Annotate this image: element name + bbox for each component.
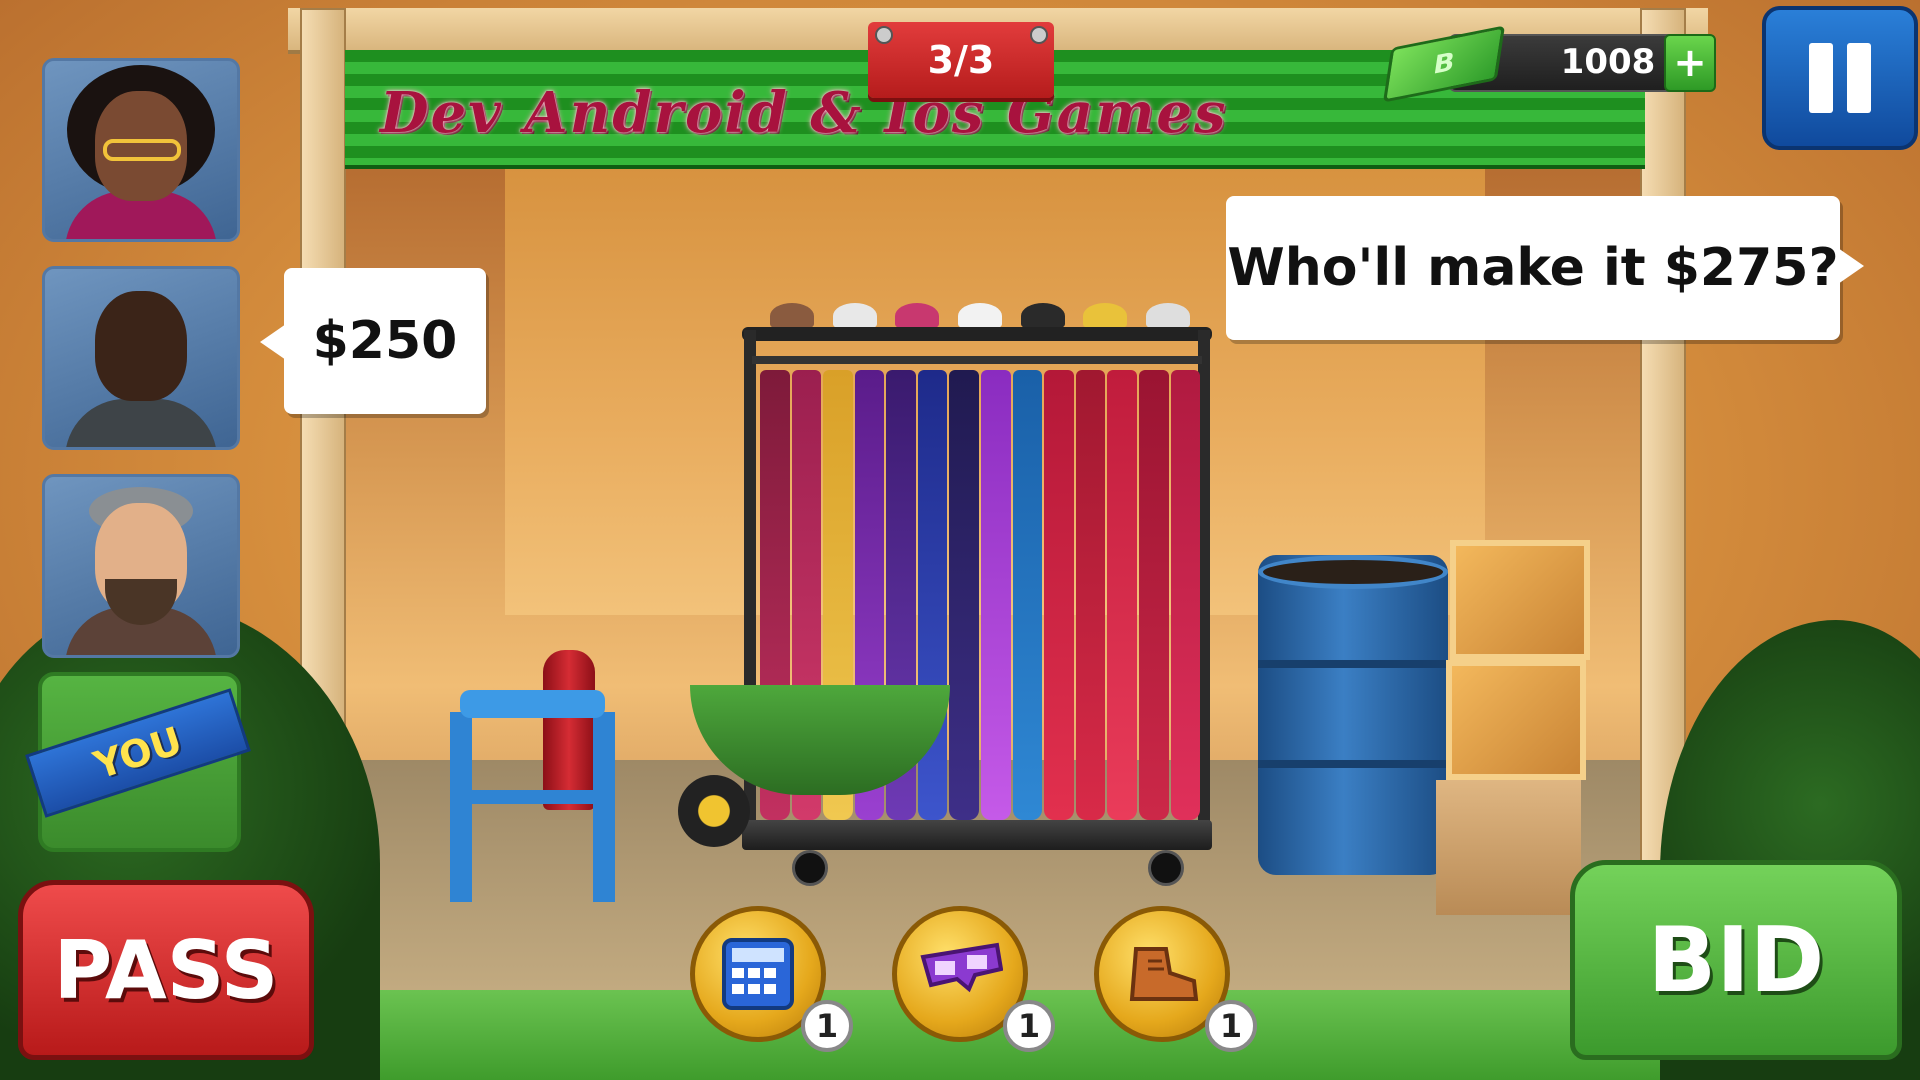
hat-item (1145, 303, 1190, 329)
garment (1012, 370, 1043, 820)
hat-item (832, 303, 877, 329)
pass-button[interactable]: PASS (18, 880, 314, 1060)
wheelbarrow-wheel (678, 775, 750, 847)
rack-wheel (792, 850, 828, 886)
blue-barrel (1258, 555, 1448, 875)
garment (1075, 370, 1106, 820)
garment (1044, 370, 1074, 820)
barrel-ring (1258, 760, 1448, 768)
garment (949, 370, 980, 820)
garment (981, 370, 1011, 820)
garment (1170, 370, 1201, 820)
player-avatar-rival-man (42, 266, 240, 450)
avatar-face (95, 291, 187, 401)
garment (1138, 370, 1169, 820)
rival-bid-bubble: $250 (260, 268, 486, 414)
clothes-rack-top (742, 327, 1212, 341)
avatar-body (65, 399, 217, 447)
tool-calculator-count: 1 (801, 1000, 853, 1052)
currency-value: 1008 (1560, 42, 1656, 82)
calculator-icon (722, 938, 794, 1010)
stool-legs (450, 712, 615, 902)
tool-glasses-count: 1 (1003, 1000, 1055, 1052)
hat-item (1083, 303, 1128, 329)
xray-glasses-icon (920, 942, 1003, 993)
cardboard-box (1436, 780, 1581, 915)
pin-icon (875, 26, 893, 44)
sponsor-text: Dev Android & Ios Games (380, 80, 1228, 146)
boot-icon (1129, 947, 1199, 1001)
bid-button[interactable]: BID (1570, 860, 1902, 1060)
player-avatar-rival-woman (42, 58, 240, 242)
barrel-ring (1258, 660, 1448, 668)
glasses-icon (103, 139, 181, 161)
tool-boot-count: 1 (1205, 1000, 1257, 1052)
hat-item (895, 303, 940, 329)
clothes-rack-base (742, 820, 1212, 850)
garment (1107, 370, 1137, 820)
blue-stool (460, 690, 605, 718)
pause-icon (1847, 43, 1871, 113)
barrel-top (1258, 555, 1448, 589)
clothes-rack-bar (752, 356, 1202, 364)
auctioneer-speech-bubble: Who'll make it $275? (1226, 196, 1864, 340)
stool-crossbar (465, 790, 605, 804)
rack-wheel (1148, 850, 1184, 886)
hat-item (957, 303, 1002, 329)
pause-button[interactable] (1762, 6, 1918, 150)
hat-item (770, 303, 814, 329)
wooden-crate (1446, 660, 1586, 780)
pause-icon (1809, 43, 1833, 113)
round-indicator: 3/3 (868, 22, 1054, 98)
player-avatar-rival-bearded (42, 474, 240, 658)
pin-icon (1030, 26, 1048, 44)
add-currency-button[interactable]: + (1664, 34, 1716, 92)
hat-item (1020, 303, 1065, 329)
wooden-crate (1450, 540, 1590, 660)
